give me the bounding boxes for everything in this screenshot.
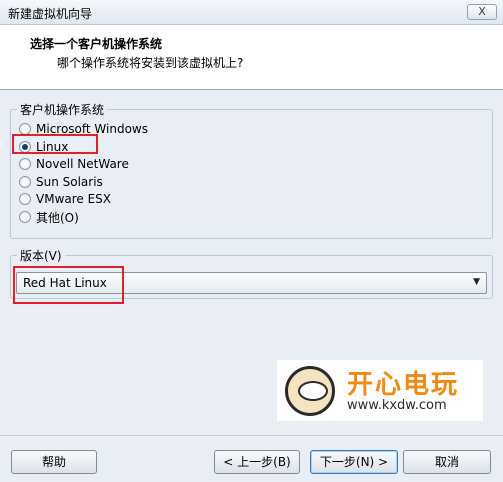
wizard-body: 客户机操作系统 Microsoft Windows Linux Novell N… bbox=[0, 91, 503, 435]
radio-label: 其他(O) bbox=[36, 210, 79, 225]
chevron-down-icon[interactable]: ▼ bbox=[473, 277, 480, 287]
wizard-header: 选择一个客户机操作系统 哪个操作系统将安装到该虚拟机上? bbox=[0, 25, 503, 90]
version-group: 版本(V) Red Hat Linux ▼ bbox=[10, 247, 493, 304]
next-button[interactable]: 下一步(N) > bbox=[310, 450, 398, 474]
linux-highlight-box bbox=[12, 134, 98, 154]
version-legend: 版本(V) bbox=[17, 247, 65, 264]
page-title: 选择一个客户机操作系统 bbox=[30, 37, 163, 51]
guest-os-group: 客户机操作系统 Microsoft Windows Linux Novell N… bbox=[10, 101, 493, 239]
radio-novell-netware[interactable]: Novell NetWare bbox=[19, 156, 129, 172]
radio-label: VMware ESX bbox=[36, 192, 112, 206]
back-button[interactable]: < 上一步(B) bbox=[214, 450, 300, 474]
watermark-url: www.kxdw.com bbox=[347, 398, 447, 413]
help-button[interactable]: 帮助 bbox=[11, 450, 97, 474]
radio-button[interactable] bbox=[19, 193, 31, 205]
radio-other[interactable]: 其他(O) bbox=[19, 209, 79, 225]
radio-button[interactable] bbox=[19, 211, 31, 223]
title-bar: 新建虚拟机向导 X bbox=[0, 0, 503, 25]
close-button[interactable]: X bbox=[467, 4, 497, 20]
radio-label: Sun Solaris bbox=[36, 175, 103, 189]
radio-button[interactable] bbox=[19, 176, 31, 188]
radio-sun-solaris[interactable]: Sun Solaris bbox=[19, 174, 103, 190]
watermark-brand: 开心电玩 bbox=[347, 370, 460, 400]
cancel-button[interactable]: 取消 bbox=[403, 450, 491, 474]
version-highlight-box bbox=[13, 266, 124, 304]
radio-vmware-esx[interactable]: VMware ESX bbox=[19, 191, 111, 207]
wizard-footer: 帮助 < 上一步(B) 下一步(N) > 取消 bbox=[0, 435, 503, 482]
page-subtitle: 哪个操作系统将安装到该虚拟机上? bbox=[57, 56, 244, 70]
window-title: 新建虚拟机向导 bbox=[8, 7, 93, 21]
radio-label: Novell NetWare bbox=[36, 157, 129, 171]
watermark-logo: 开心电玩 www.kxdw.com bbox=[277, 360, 483, 421]
mascot-icon bbox=[285, 366, 335, 416]
guest-os-legend: 客户机操作系统 bbox=[17, 101, 108, 118]
radio-button[interactable] bbox=[19, 158, 31, 170]
